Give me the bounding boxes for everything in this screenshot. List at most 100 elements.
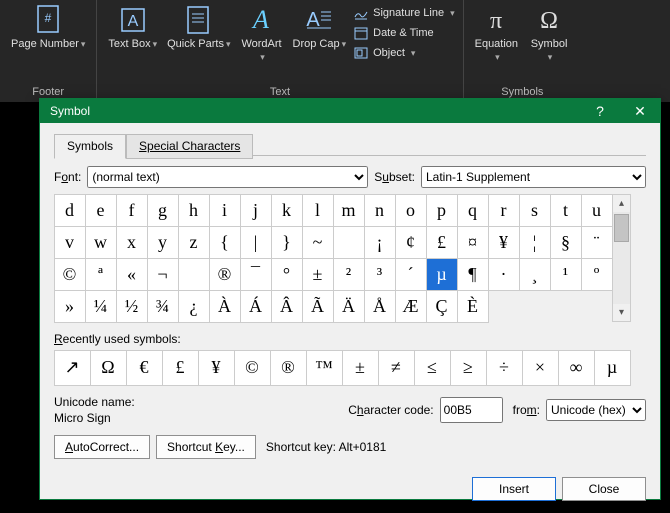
symbol-cell[interactable]: ± bbox=[302, 258, 334, 291]
from-select[interactable]: Unicode (hex) bbox=[546, 399, 646, 421]
quick-parts-button[interactable]: Quick Parts▾ bbox=[163, 2, 234, 53]
symbol-cell[interactable]: y bbox=[147, 226, 179, 259]
symbol-cell[interactable]: ¬ bbox=[147, 258, 179, 291]
help-button[interactable]: ? bbox=[580, 99, 620, 123]
symbol-cell[interactable]: e bbox=[85, 194, 117, 227]
symbol-cell[interactable]: ° bbox=[271, 258, 303, 291]
close-button[interactable]: Close bbox=[562, 477, 646, 501]
symbol-cell[interactable]: u bbox=[581, 194, 613, 227]
symbol-cell[interactable]: } bbox=[271, 226, 303, 259]
symbol-cell[interactable]: | bbox=[240, 226, 272, 259]
recent-symbol-cell[interactable]: ™ bbox=[306, 350, 343, 386]
shortcut-key-button[interactable]: Shortcut Key... bbox=[156, 435, 256, 459]
recent-symbol-cell[interactable]: × bbox=[522, 350, 559, 386]
titlebar[interactable]: Symbol ? ✕ bbox=[40, 99, 660, 123]
symbol-cell[interactable]: Ä bbox=[333, 290, 365, 323]
symbol-cell[interactable]: ª bbox=[85, 258, 117, 291]
tab-special-characters[interactable]: Special Characters bbox=[126, 134, 253, 159]
recent-symbol-cell[interactable]: © bbox=[234, 350, 271, 386]
grid-scrollbar[interactable]: ▴ ▾ bbox=[612, 194, 631, 322]
symbol-cell[interactable]: § bbox=[550, 226, 582, 259]
symbol-cell[interactable]: j bbox=[240, 194, 272, 227]
symbol-cell[interactable]: q bbox=[457, 194, 489, 227]
signature-line-button[interactable]: Signature Line▾ bbox=[351, 4, 456, 22]
scroll-down-icon[interactable]: ▾ bbox=[613, 304, 630, 321]
recent-symbol-cell[interactable]: Ω bbox=[90, 350, 127, 386]
recent-symbol-cell[interactable]: ± bbox=[342, 350, 379, 386]
scroll-up-icon[interactable]: ▴ bbox=[613, 195, 630, 212]
symbol-cell[interactable]: ­ bbox=[178, 258, 210, 291]
symbol-cell[interactable]: ¹ bbox=[550, 258, 582, 291]
subset-select[interactable]: Latin-1 Supplement bbox=[421, 166, 646, 188]
character-code-input[interactable] bbox=[440, 397, 503, 423]
symbol-cell[interactable]: x bbox=[116, 226, 148, 259]
text-box-button[interactable]: A Text Box▾ bbox=[104, 2, 161, 53]
object-button[interactable]: Object▾ bbox=[351, 44, 456, 62]
recent-symbol-cell[interactable]: ÷ bbox=[486, 350, 523, 386]
symbol-grid[interactable]: defghijklmnopqrstuvwxyz{|}~¡¢£¤¥¦§¨©ª«¬­… bbox=[54, 194, 612, 322]
symbol-cell[interactable]: w bbox=[85, 226, 117, 259]
symbol-cell[interactable]: ³ bbox=[364, 258, 396, 291]
symbol-cell[interactable]: » bbox=[54, 290, 86, 323]
symbol-cell[interactable]: p bbox=[426, 194, 458, 227]
symbol-cell[interactable]: Á bbox=[240, 290, 272, 323]
recent-symbols-grid[interactable]: ↗Ω€£¥©®™±≠≤≥÷×∞µ bbox=[54, 350, 646, 385]
recent-symbol-cell[interactable]: € bbox=[126, 350, 163, 386]
symbol-cell[interactable]: s bbox=[519, 194, 551, 227]
symbol-cell[interactable]: ¡ bbox=[364, 226, 396, 259]
symbol-cell[interactable]: È bbox=[457, 290, 489, 323]
recent-symbol-cell[interactable]: ≥ bbox=[450, 350, 487, 386]
symbol-cell[interactable]: g bbox=[147, 194, 179, 227]
symbol-cell[interactable]: º bbox=[581, 258, 613, 291]
symbol-cell[interactable]: ² bbox=[333, 258, 365, 291]
symbol-cell[interactable]: k bbox=[271, 194, 303, 227]
date-time-button[interactable]: Date & Time bbox=[351, 24, 456, 42]
symbol-cell[interactable]: m bbox=[333, 194, 365, 227]
recent-symbol-cell[interactable]: £ bbox=[162, 350, 199, 386]
symbol-cell[interactable]: ~ bbox=[302, 226, 334, 259]
recent-symbol-cell[interactable]: µ bbox=[594, 350, 631, 386]
symbol-cell[interactable]: Â bbox=[271, 290, 303, 323]
symbol-cell[interactable]: t bbox=[550, 194, 582, 227]
symbol-cell[interactable]: Æ bbox=[395, 290, 427, 323]
recent-symbol-cell[interactable]: ≠ bbox=[378, 350, 415, 386]
symbol-cell[interactable]: ¼ bbox=[85, 290, 117, 323]
symbol-button[interactable]: Ω Symbol▾ bbox=[524, 2, 574, 66]
symbol-cell[interactable]: o bbox=[395, 194, 427, 227]
symbol-cell[interactable]: n bbox=[364, 194, 396, 227]
symbol-cell[interactable]: « bbox=[116, 258, 148, 291]
close-icon[interactable]: ✕ bbox=[620, 99, 660, 123]
page-number-button[interactable]: # Page Number▾ bbox=[7, 2, 89, 53]
symbol-cell[interactable]: v bbox=[54, 226, 86, 259]
font-select[interactable]: (normal text) bbox=[87, 166, 368, 188]
symbol-cell[interactable]: ¸ bbox=[519, 258, 551, 291]
recent-symbol-cell[interactable]: ® bbox=[270, 350, 307, 386]
symbol-cell[interactable]: ´ bbox=[395, 258, 427, 291]
symbol-cell[interactable]: ¶ bbox=[457, 258, 489, 291]
symbol-cell[interactable]: i bbox=[209, 194, 241, 227]
symbol-cell[interactable]: À bbox=[209, 290, 241, 323]
symbol-cell[interactable]: ® bbox=[209, 258, 241, 291]
symbol-cell[interactable]: ¾ bbox=[147, 290, 179, 323]
symbol-cell[interactable]: Ã bbox=[302, 290, 334, 323]
drop-cap-button[interactable]: A Drop Cap▾ bbox=[289, 2, 351, 53]
symbol-cell[interactable]: Ç bbox=[426, 290, 458, 323]
symbol-cell[interactable]: { bbox=[209, 226, 241, 259]
symbol-cell[interactable]: Å bbox=[364, 290, 396, 323]
symbol-cell[interactable]: ¨ bbox=[581, 226, 613, 259]
equation-button[interactable]: π Equation▾ bbox=[471, 2, 522, 66]
symbol-cell[interactable]: · bbox=[488, 258, 520, 291]
scroll-thumb[interactable] bbox=[614, 214, 629, 242]
symbol-cell[interactable]: £ bbox=[426, 226, 458, 259]
symbol-cell[interactable]: ¦ bbox=[519, 226, 551, 259]
symbol-cell[interactable]: ½ bbox=[116, 290, 148, 323]
autocorrect-button[interactable]: AutoCorrect... bbox=[54, 435, 150, 459]
symbol-cell[interactable]: z bbox=[178, 226, 210, 259]
symbol-cell[interactable]: ¤ bbox=[457, 226, 489, 259]
symbol-cell[interactable] bbox=[333, 226, 365, 259]
symbol-cell[interactable]: r bbox=[488, 194, 520, 227]
recent-symbol-cell[interactable]: ¥ bbox=[198, 350, 235, 386]
symbol-cell[interactable]: ¥ bbox=[488, 226, 520, 259]
insert-button[interactable]: Insert bbox=[472, 477, 556, 501]
symbol-cell[interactable]: ¢ bbox=[395, 226, 427, 259]
